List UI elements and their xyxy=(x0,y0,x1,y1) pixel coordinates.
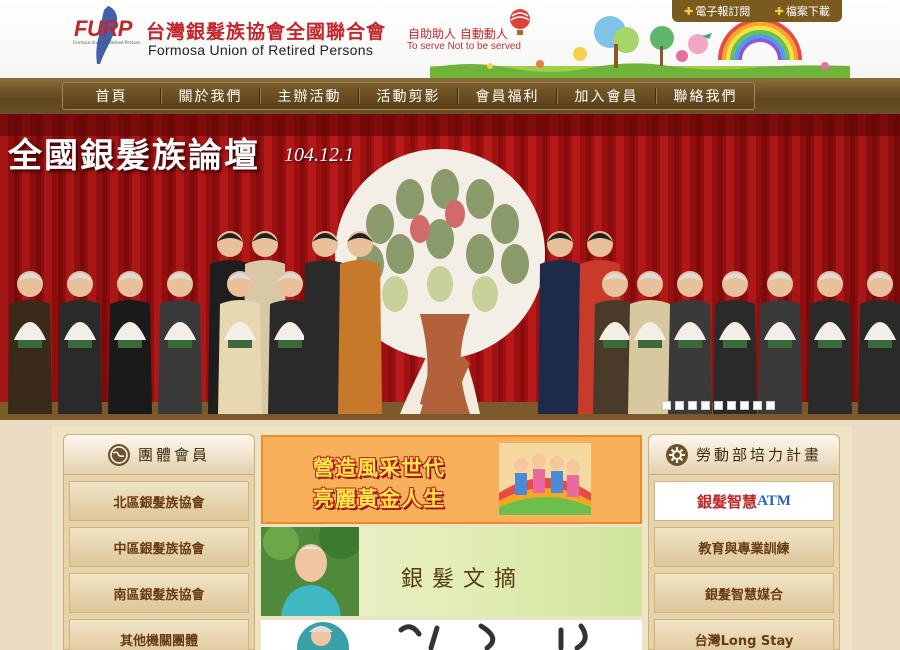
slide-dot[interactable] xyxy=(675,401,684,410)
slide-dot[interactable] xyxy=(766,401,775,410)
atm-label-en: ATM xyxy=(757,492,791,509)
panel-title: 團體會員 xyxy=(137,446,210,464)
slide-dot[interactable] xyxy=(662,401,671,410)
slideshow-dots xyxy=(662,401,775,410)
nav-item-gallery[interactable]: 活動剪影 xyxy=(360,86,457,106)
nav-item-home[interactable]: 首頁 xyxy=(63,86,160,106)
atm-label-zh: 銀髮智慧 xyxy=(697,492,758,511)
org-name-zh: 台灣銀髮族協會全國聯合會 xyxy=(146,21,387,43)
silver-wisdom-atm-link[interactable]: 銀髮智慧 ATM xyxy=(654,481,834,521)
group-members-panel: 團體會員 北區銀髮族協會 中區銀髮族協會 南區銀髮族協會 其他機關團體 xyxy=(63,434,255,650)
panel-title: 勞動部培力計畫 xyxy=(695,446,822,464)
panel-header: 團體會員 xyxy=(64,435,254,475)
gear-icon xyxy=(665,443,688,466)
panel-header: 勞動部培力計畫 xyxy=(649,435,839,475)
promo-line-2: 亮麗黃金人生 xyxy=(313,487,445,511)
main-nav: 首頁 關於我們 主辦活動 活動剪影 會員福利 加入會員 聯絡我們 xyxy=(0,78,900,114)
panel-list: 銀髮智慧 ATM 教育與專業訓練 銀髮智慧媒合 台灣Long Stay xyxy=(649,475,839,650)
file-download-link[interactable]: ✚ 檔案下載 xyxy=(775,3,830,19)
slide-dot[interactable] xyxy=(701,401,710,410)
banner-title: 全國銀髮族論壇 xyxy=(8,136,260,176)
panel-list: 北區銀髮族協會 中區銀髮族協會 南區銀髮族協會 其他機關團體 xyxy=(64,475,254,650)
nav-item-about[interactable]: 關於我們 xyxy=(162,86,259,106)
slide-dot[interactable] xyxy=(714,401,723,410)
education-training-link[interactable]: 教育與專業訓練 xyxy=(654,527,834,567)
slide-dot[interactable] xyxy=(753,401,762,410)
org-name-en: Formosa Union of Retired Persons xyxy=(148,42,374,58)
promo-line-1: 營造風采世代 xyxy=(313,456,445,480)
globe-icon xyxy=(107,443,130,466)
banner-date: 104.12.1 xyxy=(284,144,354,166)
taiwan-long-stay-link[interactable]: 台灣Long Stay xyxy=(654,619,834,650)
site-header: FURP Formosa Union of Retired Persons 台灣… xyxy=(0,0,900,78)
seniors-illustration xyxy=(499,443,591,515)
plus-icon: ✚ xyxy=(684,4,694,18)
plus-icon: ✚ xyxy=(774,4,784,18)
third-promo-banner[interactable] xyxy=(261,620,642,650)
slide-dot[interactable] xyxy=(740,401,749,410)
newsletter-subscribe-link[interactable]: ✚ 電子報訂閱 xyxy=(684,3,750,19)
nav-item-events[interactable]: 主辦活動 xyxy=(261,86,358,106)
silver-digest-title: 銀髮文摘 xyxy=(401,567,526,592)
senior-woman-photo xyxy=(261,527,359,616)
utility-bar: ✚ 電子報訂閱 ✚ 檔案下載 xyxy=(672,0,842,22)
promo-banner-golden-life[interactable]: 營造風采世代 亮麗黃金人生 xyxy=(261,435,642,524)
promo-illustration xyxy=(297,622,588,650)
silver-digest-banner[interactable]: 銀髮文摘 xyxy=(261,527,642,616)
member-link-south[interactable]: 南區銀髮族協會 xyxy=(69,573,249,613)
hero-banner-slideshow[interactable]: 全國銀髮族論壇 104.12.1 xyxy=(0,114,900,420)
logo-subtext: Formosa Union of Retired Persons xyxy=(73,40,141,45)
member-link-other[interactable]: 其他機關團體 xyxy=(69,619,249,650)
wisdom-matching-link[interactable]: 銀髮智慧媒合 xyxy=(654,573,834,613)
slide-dot[interactable] xyxy=(688,401,697,410)
nav-item-contact[interactable]: 聯絡我們 xyxy=(657,86,754,106)
nav-item-join[interactable]: 加入會員 xyxy=(558,86,655,106)
member-link-north[interactable]: 北區銀髮族協會 xyxy=(69,481,249,521)
nav-bar: 首頁 關於我們 主辦活動 活動剪影 會員福利 加入會員 聯絡我們 xyxy=(62,82,755,110)
labor-ministry-panel: 勞動部培力計畫 銀髮智慧 ATM 教育與專業訓練 銀髮智慧媒合 台灣Long S… xyxy=(648,434,840,650)
nav-item-benefits[interactable]: 會員福利 xyxy=(459,86,556,106)
slide-dot[interactable] xyxy=(727,401,736,410)
logo-wordmark[interactable]: FURP xyxy=(74,16,132,42)
member-link-central[interactable]: 中區銀髮族協會 xyxy=(69,527,249,567)
